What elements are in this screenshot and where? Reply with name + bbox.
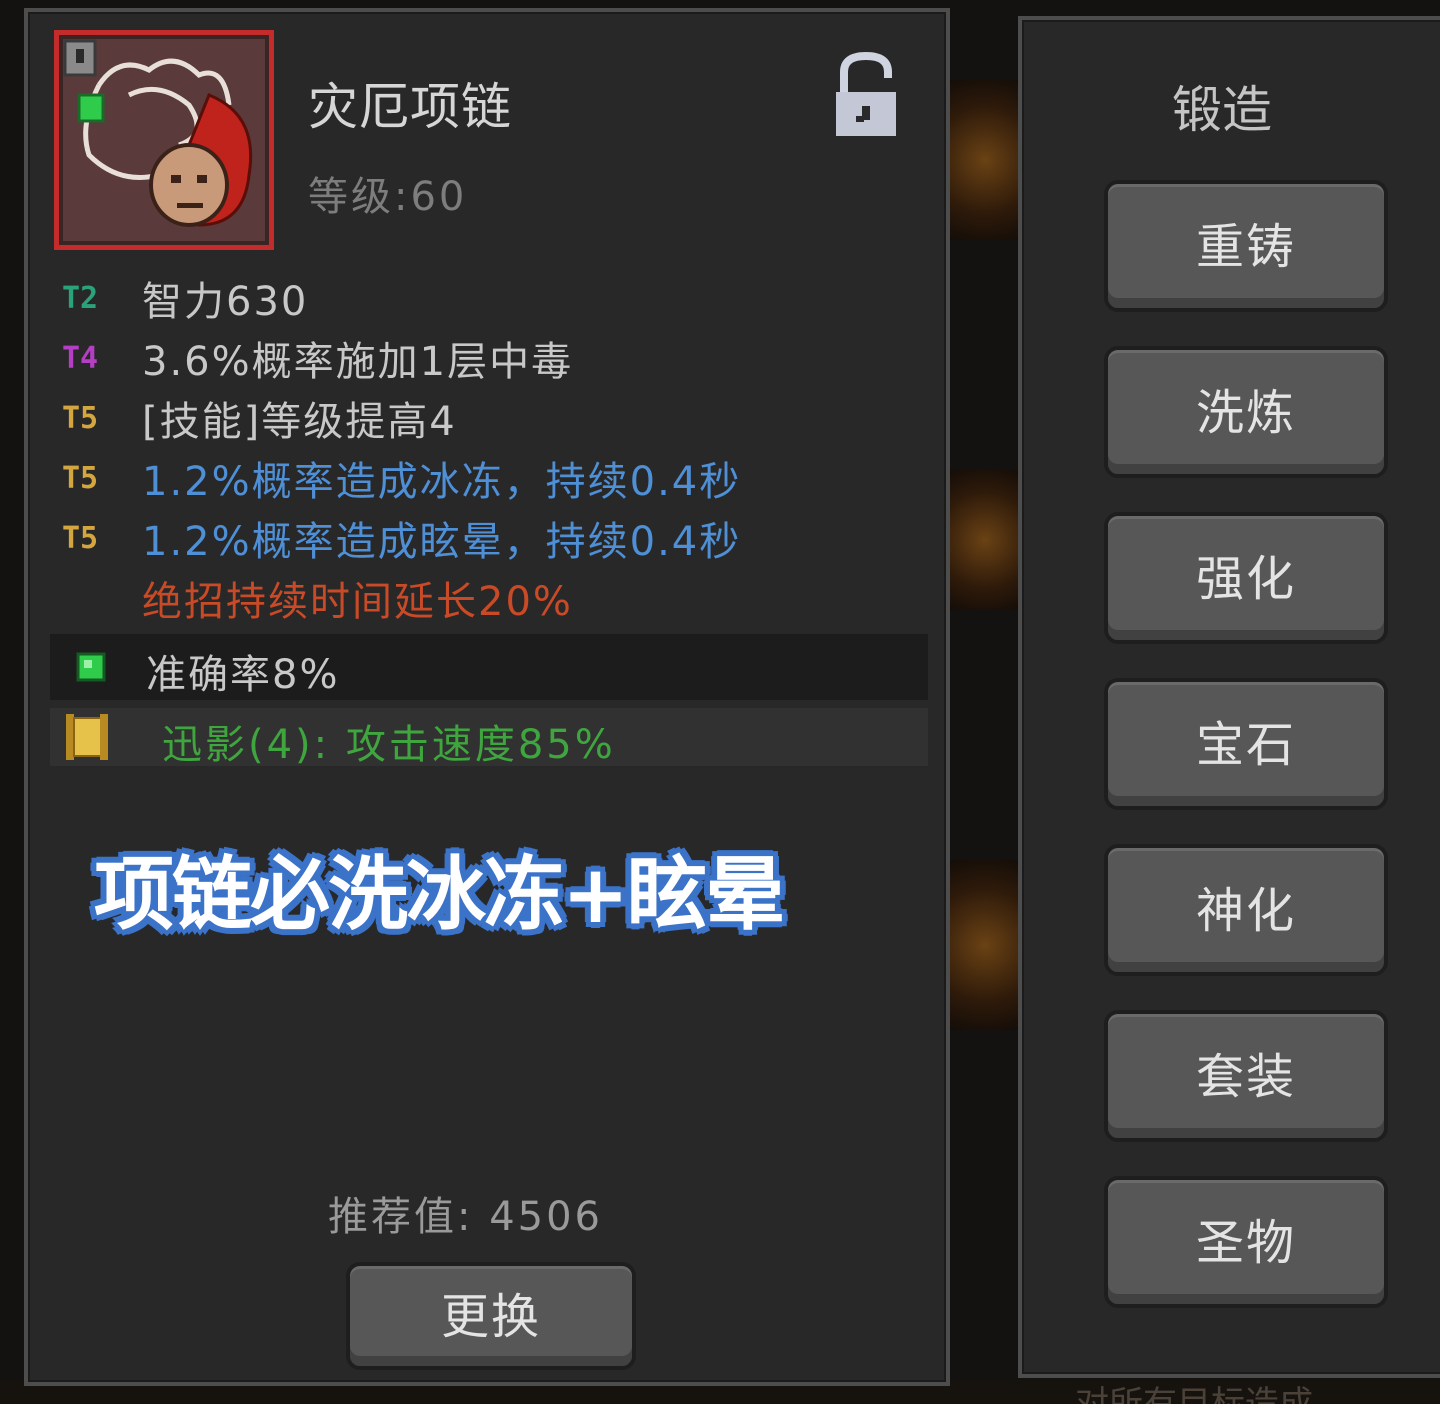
affix-row: T5 1.2%概率造成眩晕，持续0.4秒 (62, 510, 741, 566)
recommend-score: 推荐值: 4506 (328, 1194, 603, 1240)
background-scene-top (945, 80, 1025, 240)
affix-tier: T5 (62, 520, 99, 556)
affix-text: 1.2%概率造成眩晕，持续0.4秒 (142, 519, 742, 565)
item-level: 等级:60 (308, 174, 468, 220)
necklace-with-skull-icon (63, 39, 253, 227)
item-icon-frame[interactable] (54, 30, 274, 250)
affix-row: T5 [技能]等级提高4 (62, 390, 457, 446)
affix-row: T4 3.6%概率施加1层中毒 (62, 330, 573, 386)
affix-text: 智力630 (142, 279, 309, 325)
affix-text: [技能]等级提高4 (142, 399, 457, 445)
affix-text: 绝招持续时间延长20% (142, 579, 573, 625)
item-detail-panel: 灾厄项链 等级:60 T2 智力630 T4 3.6%概率施加1层中毒 T5 [… (24, 8, 950, 1386)
deify-button[interactable]: 神化 (1104, 844, 1388, 976)
affix-row: T5 1.2%概率造成冰冻，持续0.4秒 (62, 450, 741, 506)
affix-tier: T4 (62, 340, 99, 376)
set-bonus-text: 迅影(4): 攻击速度85% (162, 722, 616, 768)
forge-panel: 锻造 重铸 洗炼 强化 宝石 神化 套装 圣物 (1018, 16, 1440, 1378)
item-name: 灾厄项链 (308, 78, 512, 136)
affix-tier: T5 (62, 400, 99, 436)
set-button[interactable]: 套装 (1104, 1010, 1388, 1142)
affix-row: T2 智力630 (62, 270, 308, 326)
gem-bar: 准确率8% (50, 634, 928, 700)
forge-title: 锻造 (1172, 81, 1272, 139)
unlock-icon[interactable] (834, 51, 898, 142)
reroll-button[interactable]: 洗炼 (1104, 346, 1388, 478)
affix-tier: T2 (62, 280, 99, 316)
gem-button[interactable]: 宝石 (1104, 678, 1388, 810)
background-text: 对所有目标造成 (1075, 1384, 1313, 1404)
background-scene-mid (945, 470, 1025, 610)
green-gem-icon (76, 652, 106, 682)
replace-button[interactable]: 更换 (346, 1262, 636, 1370)
scroll-icon (66, 714, 108, 760)
gem-stat-text: 准确率8% (146, 652, 340, 698)
recast-button[interactable]: 重铸 (1104, 180, 1388, 312)
affix-tier: T5 (62, 460, 99, 496)
affix-text: 1.2%概率造成冰冻，持续0.4秒 (142, 459, 742, 505)
relic-button[interactable]: 圣物 (1104, 1176, 1388, 1308)
set-bonus-bar: 迅影(4): 攻击速度85% (50, 708, 928, 768)
overlay-caption: 项链必洗冰冻+眩晕 (94, 848, 785, 941)
enhance-button[interactable]: 强化 (1104, 512, 1388, 644)
affix-row-ultimate: 绝招持续时间延长20% (62, 570, 573, 626)
affix-text: 3.6%概率施加1层中毒 (142, 339, 574, 385)
background-scene-lower (945, 860, 1025, 1030)
